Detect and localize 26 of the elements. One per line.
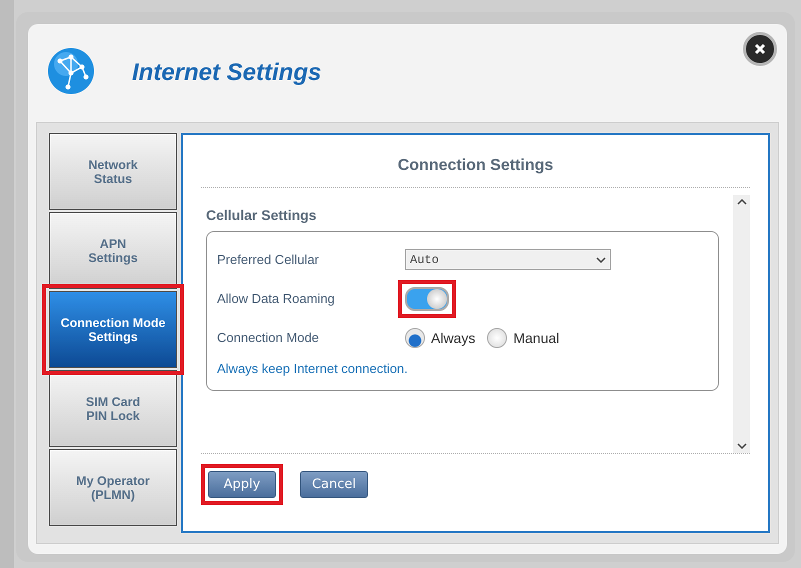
chevron-down-icon[interactable] [736,443,746,449]
sidebar-tab[interactable]: My Operator (PLMN) [49,449,177,526]
sidebar-tab[interactable]: Connection Mode Settings [49,291,177,368]
panel-title: Connection Settings [201,135,750,188]
chevron-up-icon[interactable] [736,199,746,205]
select-field[interactable]: Auto [405,249,611,270]
close-button[interactable] [743,32,777,66]
radio-label: Always [431,330,476,346]
action-button[interactable]: Apply [208,471,276,498]
close-icon [754,43,766,55]
chevron-down-icon [596,256,606,262]
radio-button[interactable] [487,328,508,348]
scrollbar[interactable] [733,195,750,453]
dialog-title: Internet Settings [132,59,322,87]
sidebar-tab[interactable]: SIM Card PIN Lock [49,370,177,447]
sidebar-tab[interactable]: Network Status [49,133,177,210]
field-label: Connection Mode [217,330,320,345]
sidebar-tab[interactable]: APN Settings [49,212,177,289]
field-label: Allow Data Roaming [217,291,336,306]
field-label: Preferred Cellular [217,252,320,267]
toggle-switch[interactable] [405,286,449,310]
section-title: Cellular Settings [206,207,318,223]
radio-button[interactable] [405,328,425,348]
radio-label: Manual [513,330,560,346]
hint-text: Always keep Internet connection. [217,361,409,376]
action-button[interactable]: Cancel [300,471,368,498]
